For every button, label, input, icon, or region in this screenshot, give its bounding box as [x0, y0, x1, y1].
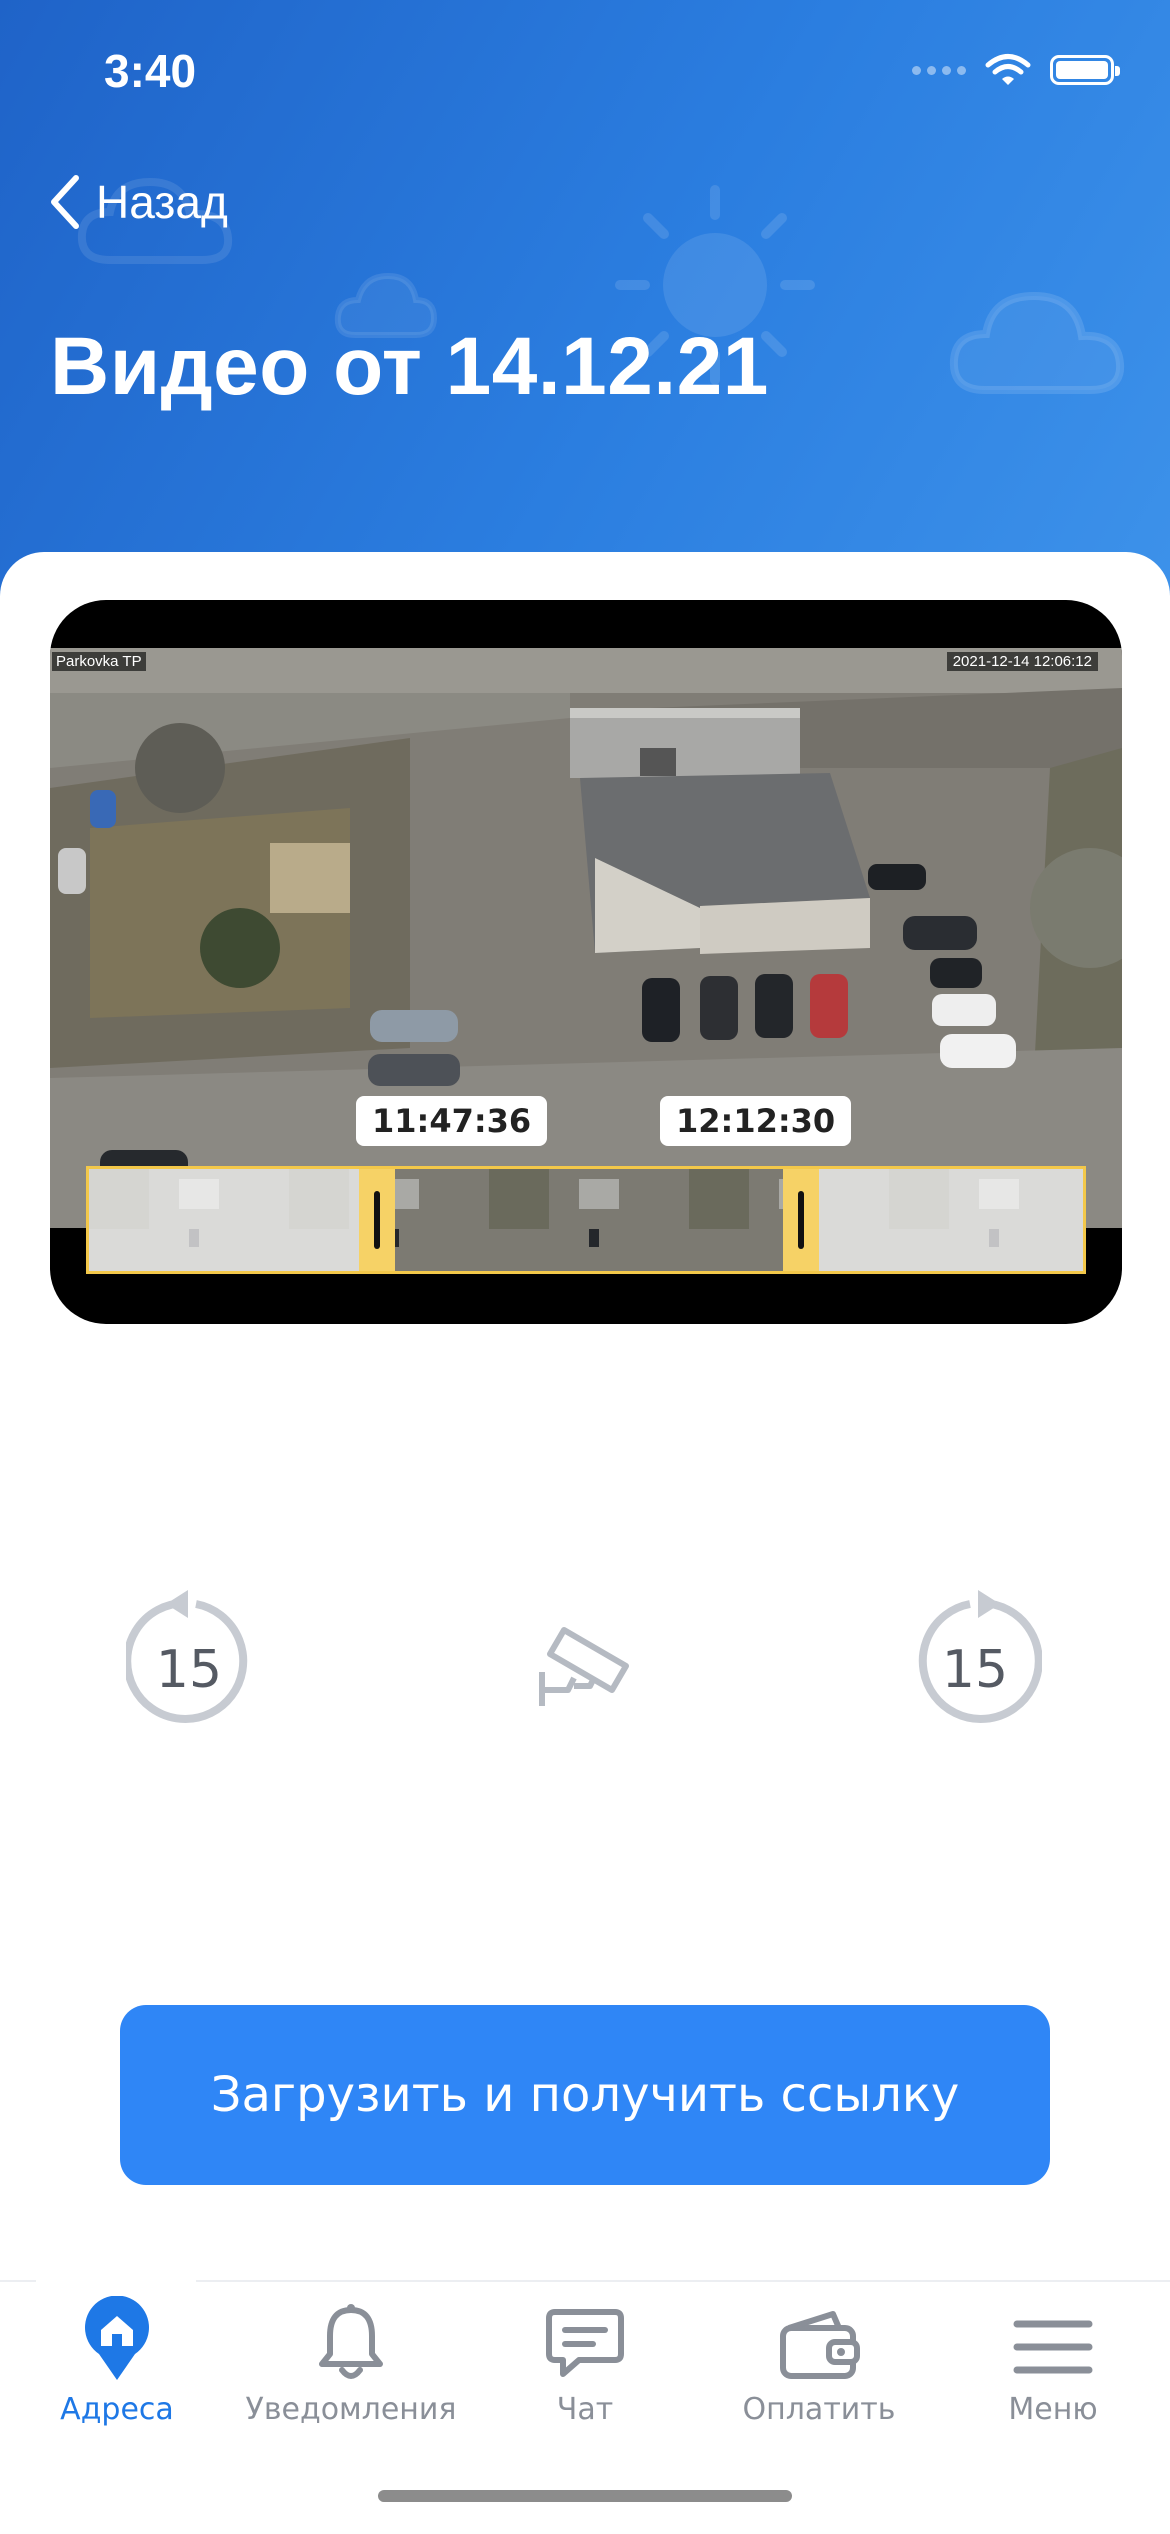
back-label: Назад	[96, 176, 228, 228]
wifi-icon	[985, 54, 1031, 85]
home-indicator	[378, 2490, 792, 2502]
video-player[interactable]: Parkovka TP 2021-12-14 12:06:12 11:47:36…	[50, 600, 1122, 1324]
timeline-unselected-right	[817, 1169, 1083, 1271]
trim-end-handle[interactable]	[783, 1169, 819, 1271]
trim-end-label: 12:12:30	[660, 1096, 852, 1146]
tab-label: Чат	[556, 2392, 614, 2427]
tab-label: Адреса	[60, 2392, 174, 2427]
map-pin-home-icon	[85, 2296, 149, 2380]
tab-menu[interactable]: Меню	[936, 2290, 1170, 2440]
forward-seconds: 15	[941, 1640, 1009, 1700]
cctv-camera-icon	[539, 1627, 629, 1706]
forward-15-button[interactable]: 15	[912, 1588, 1062, 1748]
upload-and-get-link-button[interactable]: Загрузить и получить ссылку	[120, 2005, 1050, 2185]
battery-icon	[1050, 55, 1120, 85]
chevron-left-icon	[51, 175, 79, 229]
video-frame	[50, 648, 1122, 1228]
back-button[interactable]: Назад	[48, 172, 228, 232]
hamburger-menu-icon	[1013, 2320, 1093, 2374]
trim-timeline[interactable]	[86, 1166, 1086, 1274]
tab-label: Оплатить	[742, 2392, 896, 2427]
video-timestamp: 2021-12-14 12:06:12	[946, 652, 1098, 671]
camera-button[interactable]	[534, 1620, 634, 1720]
tab-label: Уведомления	[245, 2392, 457, 2427]
tab-addresses[interactable]: Адреса	[0, 2290, 234, 2440]
tab-pay[interactable]: Оплатить	[702, 2290, 936, 2440]
rewind-15-button[interactable]: 15	[123, 1588, 276, 1748]
page-title: Видео от 14.12.21	[50, 321, 769, 412]
wallet-icon	[780, 2311, 860, 2379]
tab-label: Меню	[1008, 2392, 1098, 2427]
status-time: 3:40	[104, 45, 197, 97]
status-icons	[912, 52, 1120, 88]
timeline-unselected-left	[89, 1169, 365, 1271]
trim-start-label: 11:47:36	[356, 1096, 548, 1146]
trim-start-handle[interactable]	[359, 1169, 395, 1271]
tab-chat[interactable]: Чат	[468, 2290, 702, 2440]
cellular-dots-icon	[912, 65, 966, 75]
chat-bubble-icon	[546, 2309, 624, 2377]
bell-icon	[319, 2304, 383, 2379]
camera-name: Parkovka TP	[52, 652, 146, 671]
rewind-seconds: 15	[155, 1640, 223, 1700]
cloud-icon	[949, 291, 1125, 394]
tab-notifications[interactable]: Уведомления	[234, 2290, 468, 2440]
header: 3:40 Назад Видео от 14.12.21	[0, 0, 1170, 620]
